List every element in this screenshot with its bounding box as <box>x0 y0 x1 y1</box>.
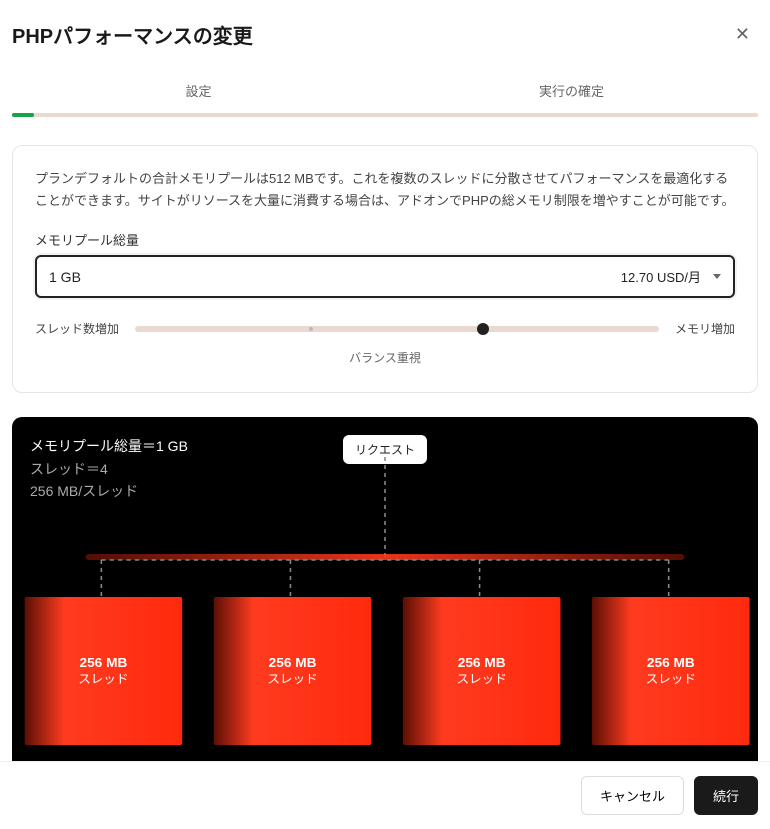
thread-size: 256 MB <box>80 655 128 670</box>
modal-footer: キャンセル 続行 <box>0 761 770 829</box>
thread-visualization: メモリプール総量＝1 GB スレッド＝4 256 MB/スレッド リクエスト <box>12 417 758 781</box>
settings-card: プランデフォルトの合計メモリプールは512 MBです。これを複数のスレッドに分散… <box>12 145 758 393</box>
viz-pool-line: メモリプール総量＝1 GB <box>30 435 188 457</box>
thread-label: スレッド <box>456 672 506 686</box>
thread-box <box>403 597 561 745</box>
thread-size: 256 MB <box>458 655 506 670</box>
balance-slider-row: スレッド数増加 メモリ増加 <box>35 320 735 337</box>
slider-label-memory: メモリ増加 <box>675 320 735 337</box>
slider-label-threads: スレッド数増加 <box>35 320 119 337</box>
slider-caption: バランス重視 <box>35 349 735 366</box>
thread-label: スレッド <box>646 672 696 686</box>
slider-track <box>135 326 659 332</box>
close-icon: ✕ <box>735 24 750 44</box>
modal-header: PHPパフォーマンスの変更 ✕ <box>0 0 770 69</box>
progress-track <box>12 113 758 117</box>
viz-svg: 256 MB スレッド 256 MB スレッド 256 MB スレッド 256 … <box>12 457 758 781</box>
slider-tick <box>309 327 313 331</box>
progress-fill <box>12 113 34 117</box>
memory-pool-select[interactable]: 1 GB 12.70 USD/月 <box>35 255 735 298</box>
balance-slider[interactable] <box>135 326 659 332</box>
thread-box <box>592 597 750 745</box>
memory-pool-value: 1 GB <box>49 269 81 285</box>
thread-size: 256 MB <box>269 655 317 670</box>
memory-pool-price: 12.70 USD/月 <box>621 267 701 286</box>
thread-box <box>214 597 372 745</box>
thread-box <box>25 597 183 745</box>
settings-description: プランデフォルトの合計メモリプールは512 MBです。これを複数のスレッドに分散… <box>35 168 735 212</box>
chevron-down-icon <box>713 274 721 279</box>
tab-settings[interactable]: 設定 <box>12 69 385 112</box>
step-tabs: 設定 実行の確定 <box>12 69 758 113</box>
tab-confirm[interactable]: 実行の確定 <box>385 69 758 112</box>
thread-label: スレッド <box>267 672 317 686</box>
memory-pool-label: メモリプール総量 <box>35 230 735 249</box>
thread-label: スレッド <box>78 672 128 686</box>
continue-button[interactable]: 続行 <box>694 776 758 815</box>
memory-pool-price-wrap: 12.70 USD/月 <box>621 267 721 286</box>
thread-size: 256 MB <box>647 655 695 670</box>
slider-thumb[interactable] <box>477 323 489 335</box>
cancel-button[interactable]: キャンセル <box>581 776 684 815</box>
close-button[interactable]: ✕ <box>727 20 758 49</box>
modal-title: PHPパフォーマンスの変更 <box>12 20 253 49</box>
